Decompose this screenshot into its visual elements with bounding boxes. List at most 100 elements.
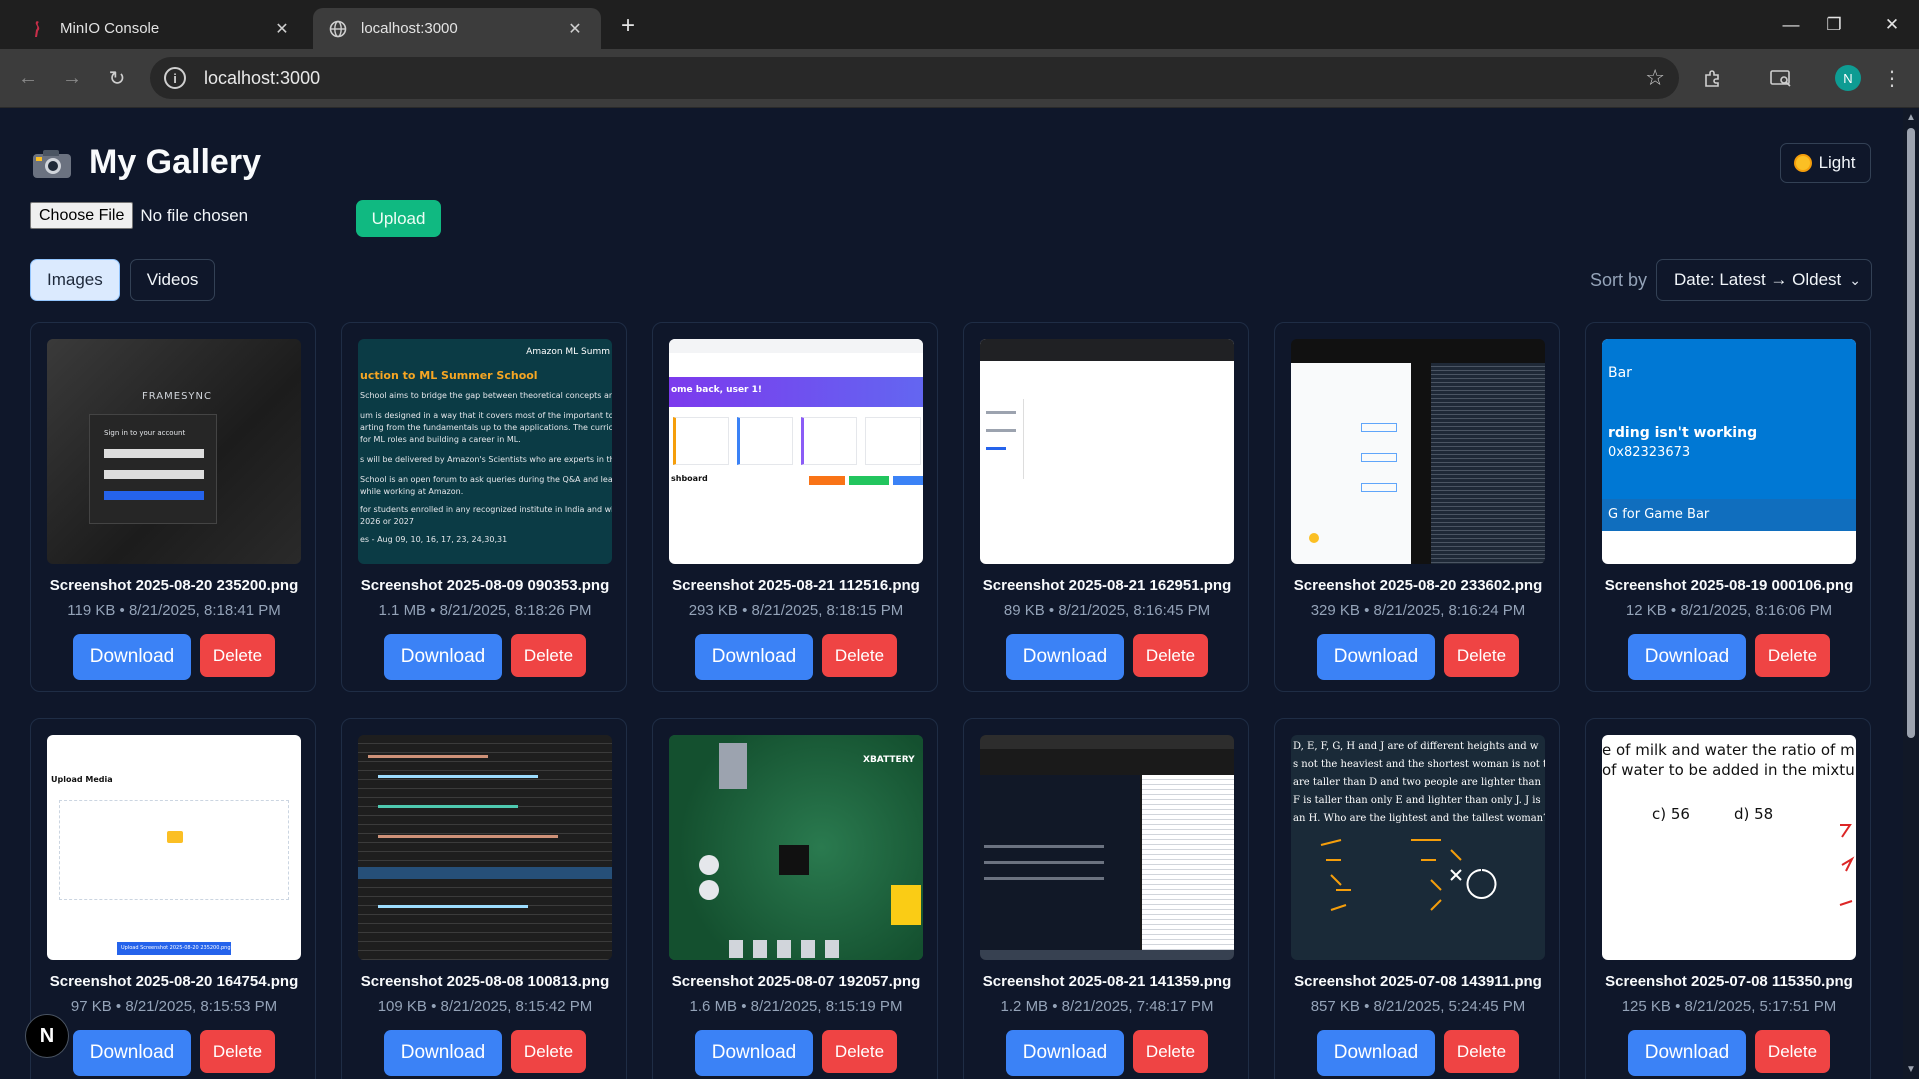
download-button[interactable]: Download — [73, 1030, 191, 1076]
theme-toggle-button[interactable]: Light — [1780, 143, 1871, 183]
image-thumbnail[interactable]: e of milk and water the ratio of mil of … — [1602, 735, 1856, 960]
image-thumbnail[interactable]: D, E, F, G, H and J are of different hei… — [1291, 735, 1545, 960]
upload-button[interactable]: Upload — [356, 200, 441, 237]
download-button[interactable]: Download — [1006, 1030, 1124, 1076]
new-tab-button[interactable]: + — [614, 12, 642, 40]
image-name: Screenshot 2025-07-08 143911.png — [1294, 973, 1542, 990]
delete-button[interactable]: Delete — [511, 1030, 586, 1073]
gallery-page: My Gallery Light Choose File No file cho… — [0, 108, 1919, 1079]
download-button[interactable]: Download — [73, 634, 191, 680]
download-button[interactable]: Download — [1628, 1030, 1746, 1076]
delete-button[interactable]: Delete — [1444, 1030, 1519, 1073]
delete-button[interactable]: Delete — [1133, 1030, 1208, 1073]
image-meta: 12 KB • 8/21/2025, 8:16:06 PM — [1625, 602, 1833, 619]
bookmark-star-icon[interactable]: ☆ — [1645, 65, 1665, 91]
image-thumbnail[interactable] — [980, 735, 1234, 960]
close-tab-icon[interactable]: ✕ — [272, 19, 292, 39]
image-meta: 89 KB • 8/21/2025, 8:16:45 PM — [1003, 602, 1211, 619]
image-thumbnail[interactable]: FRAMESYNC Sign in to your account — [47, 339, 301, 564]
close-tab-icon[interactable]: ✕ — [565, 19, 585, 39]
image-thumbnail[interactable]: Bar rding isn't working 0x82323673 G for… — [1602, 339, 1856, 564]
delete-button[interactable]: Delete — [822, 1030, 897, 1073]
reload-icon[interactable]: ↻ — [101, 62, 133, 94]
cast-tab-search-icon[interactable] — [1765, 62, 1797, 94]
address-bar[interactable]: i localhost:3000 ☆ — [150, 57, 1679, 99]
image-name: Screenshot 2025-07-08 115350.png — [1605, 973, 1853, 990]
delete-button[interactable]: Delete — [1755, 634, 1830, 677]
sun-icon — [1795, 156, 1810, 170]
page-title-text: My Gallery — [89, 143, 261, 181]
tab-images[interactable]: Images — [30, 259, 120, 301]
delete-button[interactable]: Delete — [1444, 634, 1519, 677]
image-meta: 1.2 MB • 8/21/2025, 7:48:17 PM — [1000, 998, 1214, 1015]
image-name: Screenshot 2025-08-20 233602.png — [1293, 577, 1543, 594]
choose-file-button[interactable]: Choose File — [30, 202, 134, 229]
download-button[interactable]: Download — [384, 634, 502, 680]
delete-button[interactable]: Delete — [1133, 634, 1208, 677]
image-meta: 1.6 MB • 8/21/2025, 8:15:19 PM — [689, 998, 903, 1015]
sort-select[interactable]: Date: Latest → Oldest ⌄ — [1656, 259, 1872, 301]
download-button[interactable]: Download — [1317, 634, 1435, 680]
download-button[interactable]: Download — [695, 1030, 813, 1076]
download-button[interactable]: Download — [384, 1030, 502, 1076]
address-bar-url: localhost:3000 — [204, 67, 321, 88]
image-thumbnail[interactable]: Amazon ML Summ uction to ML Summer Schoo… — [358, 339, 612, 564]
profile-avatar[interactable]: N — [1835, 65, 1861, 91]
download-button[interactable]: Download — [1317, 1030, 1435, 1076]
image-thumbnail[interactable] — [1291, 339, 1545, 564]
delete-button[interactable]: Delete — [822, 634, 897, 677]
image-name: Screenshot 2025-08-19 000106.png — [1604, 577, 1854, 594]
image-card: XBATTERY Screenshot 2025-08-07 192057.pn… — [652, 718, 938, 1079]
download-button[interactable]: Download — [1628, 634, 1746, 680]
image-thumbnail[interactable]: XBATTERY — [669, 735, 923, 960]
floating-n-badge[interactable]: N — [25, 1014, 69, 1058]
more-menu-icon[interactable]: ⋮ — [1876, 62, 1908, 94]
delete-button[interactable]: Delete — [1755, 1030, 1830, 1073]
browser-tab-minio-console[interactable]: MinIO Console ✕ — [12, 8, 308, 49]
image-meta: 125 KB • 8/21/2025, 5:17:51 PM — [1621, 998, 1837, 1015]
scroll-down-icon[interactable]: ▼ — [1906, 1064, 1916, 1075]
tab-title: localhost:3000 — [361, 20, 458, 37]
image-name: Screenshot 2025-08-20 235200.png — [49, 577, 299, 594]
browser-tab-strip: MinIO Console ✕ localhost:3000 ✕ + — ❐ ✕ — [0, 0, 1919, 49]
download-button[interactable]: Download — [695, 634, 813, 680]
chevron-down-icon: ⌄ — [1849, 272, 1861, 288]
image-thumbnail[interactable] — [980, 339, 1234, 564]
minimize-icon[interactable]: — — [1769, 10, 1813, 40]
camera-icon — [33, 148, 71, 178]
image-name: Screenshot 2025-08-20 164754.png — [49, 973, 299, 990]
image-thumbnail[interactable]: Upload Media Upload Screenshot 2025-08-2… — [47, 735, 301, 960]
image-meta: 109 KB • 8/21/2025, 8:15:42 PM — [377, 998, 593, 1015]
back-icon[interactable]: ← — [12, 62, 44, 94]
image-meta: 329 KB • 8/21/2025, 8:16:24 PM — [1310, 602, 1526, 619]
site-info-icon[interactable]: i — [164, 67, 186, 89]
scrollbar-thumb[interactable] — [1907, 128, 1915, 738]
image-card: Screenshot 2025-08-20 233602.png 329 KB … — [1274, 322, 1560, 692]
page-scrollbar[interactable]: ▲ ▼ — [1903, 108, 1919, 1079]
image-thumbnail[interactable] — [358, 735, 612, 960]
delete-button[interactable]: Delete — [200, 634, 275, 677]
delete-button[interactable]: Delete — [511, 634, 586, 677]
browser-tab-localhost[interactable]: localhost:3000 ✕ — [313, 8, 601, 49]
sort-selected-value: Date: Latest → Oldest — [1674, 270, 1842, 289]
scroll-up-icon[interactable]: ▲ — [1906, 112, 1916, 123]
image-card: e of milk and water the ratio of mil of … — [1585, 718, 1871, 1079]
download-button[interactable]: Download — [1006, 634, 1124, 680]
image-card: Screenshot 2025-08-21 141359.png 1.2 MB … — [963, 718, 1249, 1079]
page-title: My Gallery — [33, 143, 261, 182]
sort-label: Sort by — [1590, 270, 1648, 290]
extensions-icon[interactable] — [1697, 62, 1729, 94]
image-card: Bar rding isn't working 0x82323673 G for… — [1585, 322, 1871, 692]
close-window-icon[interactable]: ✕ — [1870, 10, 1914, 40]
restore-icon[interactable]: ❐ — [1812, 10, 1856, 40]
file-status-text: No file chosen — [140, 205, 249, 225]
file-input: Choose File No file chosen — [30, 202, 248, 229]
delete-button[interactable]: Delete — [200, 1030, 275, 1073]
image-thumbnail[interactable]: ome back, user 1! shboard — [669, 339, 923, 564]
theme-toggle-label: Light — [1818, 153, 1856, 172]
image-card: Screenshot 2025-08-08 100813.png 109 KB … — [341, 718, 627, 1079]
forward-icon[interactable]: → — [56, 62, 88, 94]
image-card: Amazon ML Summ uction to ML Summer Schoo… — [341, 322, 627, 692]
tab-videos[interactable]: Videos — [129, 259, 216, 301]
tab-title: MinIO Console — [60, 20, 160, 37]
